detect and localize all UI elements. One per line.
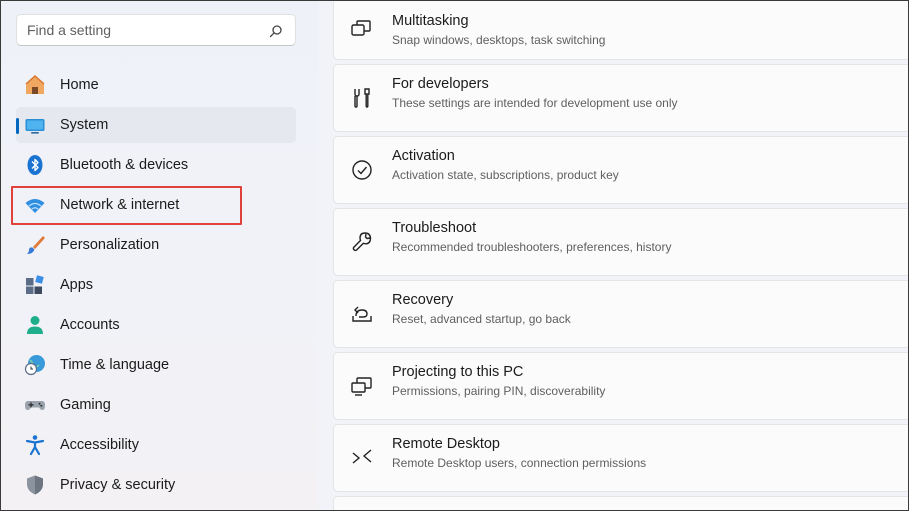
card-title: Projecting to this PC (392, 364, 524, 380)
sidebar-item-personalization[interactable]: Personalization (16, 227, 296, 263)
search-icon[interactable] (269, 24, 283, 38)
multitasking-icon (351, 20, 371, 36)
accessibility-icon (25, 435, 45, 456)
settings-card-next[interactable] (333, 496, 909, 511)
developer-tools-icon (354, 88, 370, 108)
sidebar-item-accounts[interactable]: Accounts (16, 307, 296, 343)
projecting-icon (351, 377, 372, 396)
sidebar-nav: Home System Bluetooth & devices Network … (16, 67, 296, 507)
card-description: Recommended troubleshooters, preferences… (392, 240, 672, 254)
bluetooth-icon (27, 155, 43, 175)
sidebar-item-label: Personalization (60, 237, 160, 253)
sidebar-item-label: Network & internet (60, 197, 180, 213)
card-title: Remote Desktop (392, 436, 500, 452)
sidebar-item-apps[interactable]: Apps (16, 267, 296, 303)
sidebar-item-label: Time & language (60, 357, 170, 373)
card-description: Remote Desktop users, connection permiss… (392, 456, 647, 470)
card-title: Multitasking (392, 13, 469, 29)
settings-card-recovery[interactable]: Recovery Reset, advanced startup, go bac… (333, 280, 909, 348)
globe-clock-icon (24, 355, 45, 376)
card-title: Troubleshoot (392, 220, 477, 236)
card-description: Permissions, pairing PIN, discoverabilit… (392, 384, 606, 398)
settings-card-projecting[interactable]: Projecting to this PC Permissions, pairi… (333, 352, 909, 420)
sidebar-item-label: Privacy & security (60, 477, 176, 493)
sidebar-item-bluetooth[interactable]: Bluetooth & devices (16, 147, 296, 183)
sidebar-item-label: Accounts (60, 317, 120, 333)
card-description: These settings are intended for developm… (392, 96, 678, 110)
wifi-icon (25, 199, 45, 213)
sidebar-item-gaming[interactable]: Gaming (16, 387, 296, 423)
sidebar-item-label: Accessibility (60, 437, 139, 453)
search-input[interactable] (17, 15, 267, 45)
sidebar-item-home[interactable]: Home (16, 67, 296, 103)
selection-indicator (16, 118, 19, 134)
recovery-icon (352, 306, 372, 322)
sidebar-item-privacy-security[interactable]: Privacy & security (16, 467, 296, 503)
card-title: Activation (392, 148, 455, 164)
home-icon (25, 74, 45, 94)
sidebar: Home System Bluetooth & devices (0, 0, 318, 511)
settings-card-multitasking[interactable]: Multitasking Snap windows, desktops, tas… (333, 0, 909, 60)
sidebar-item-accessibility[interactable]: Accessibility (16, 427, 296, 463)
apps-icon (26, 275, 44, 294)
sidebar-item-label: Apps (60, 277, 94, 293)
checkmark-circle-icon (352, 160, 372, 180)
card-title: Recovery (392, 292, 454, 308)
sidebar-item-system[interactable]: System (16, 107, 296, 143)
settings-card-remote-desktop[interactable]: Remote Desktop Remote Desktop users, con… (333, 424, 909, 492)
sidebar-item-network[interactable]: Network & internet (16, 187, 296, 223)
brush-icon (27, 236, 45, 254)
system-icon (25, 119, 45, 134)
shield-icon (27, 475, 43, 495)
wrench-icon (352, 232, 372, 252)
sidebar-item-label: System (60, 117, 109, 133)
card-description: Snap windows, desktops, task switching (392, 33, 606, 47)
settings-card-for-developers[interactable]: For developers These settings are intend… (333, 64, 909, 132)
sidebar-item-time-language[interactable]: Time & language (16, 347, 296, 383)
person-icon (27, 316, 43, 334)
gamepad-icon (25, 401, 45, 410)
remote-desktop-icon (352, 449, 372, 464)
card-description: Activation state, subscriptions, product… (392, 168, 619, 182)
card-description: Reset, advanced startup, go back (392, 312, 571, 326)
settings-card-troubleshoot[interactable]: Troubleshoot Recommended troubleshooters… (333, 208, 909, 276)
card-title: For developers (392, 76, 489, 92)
search-box[interactable] (16, 14, 296, 46)
sidebar-item-label: Bluetooth & devices (60, 157, 189, 173)
settings-card-activation[interactable]: Activation Activation state, subscriptio… (333, 136, 909, 204)
sidebar-item-label: Gaming (60, 397, 111, 413)
sidebar-item-label: Home (60, 77, 99, 93)
